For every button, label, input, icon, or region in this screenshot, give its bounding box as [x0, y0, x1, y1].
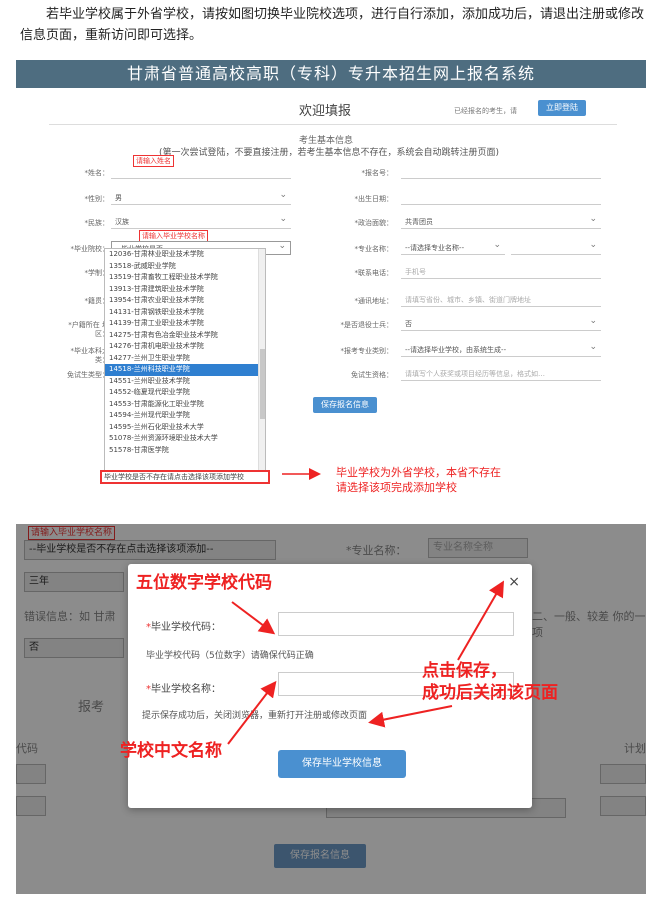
dropdown-option[interactable]: 14275-甘肃有色冶金职业技术学院 [105, 330, 265, 342]
dropdown-option[interactable]: 14594-兰州现代职业学院 [105, 410, 265, 422]
dropdown-option[interactable]: 13913-甘肃建筑职业技术学院 [105, 284, 265, 296]
scrollbar-thumb[interactable] [260, 349, 265, 419]
label-exempt-type: 免试生类型： [67, 371, 109, 379]
dropdown-option[interactable]: 14276-甘肃机电职业技术学院 [105, 341, 265, 353]
label-ethnicity: *民族： [84, 219, 110, 227]
header-status: 已经报名的考生，请 [454, 106, 517, 116]
label-veteran: *是否退役士兵： [340, 321, 394, 329]
label-reg-no: *报名号： [361, 169, 394, 177]
dropdown-option[interactable]: 13518-武威职业学院 [105, 261, 265, 273]
dropdown-option[interactable]: 14518-兰州科技职业学院 [105, 364, 265, 376]
system-banner: 甘肃省普通高校高职（专科）专升本招生网上报名系统 [16, 60, 646, 88]
save-hint: 提示保存成功后，关闭浏览器，重新打开注册或修改页面 [142, 711, 368, 721]
birthdate-input[interactable] [401, 191, 601, 205]
dropdown-option[interactable]: 14131-甘肃钢铁职业技术学院 [105, 307, 265, 319]
dropdown-option[interactable]: 13954-甘肃农业职业技术学院 [105, 295, 265, 307]
address-input[interactable]: 请填写省份、城市、乡镇、街道门牌地址 [401, 293, 601, 307]
annotation-code: 五位数字学校代码 [136, 573, 272, 593]
gender-select[interactable]: 男 [111, 188, 291, 205]
veteran-select[interactable]: 否 [401, 314, 601, 331]
label-gender: *性别： [84, 195, 110, 203]
school-code-input[interactable] [278, 612, 514, 636]
label-residence: *户籍所在 地区： [68, 321, 109, 338]
exempt-qual-input[interactable]: 请填写个人获奖或项目经历等信息，格式如… [401, 367, 601, 381]
label-address: *通讯地址： [354, 297, 394, 305]
annotation-save: 点击保存， 成功后关闭该页面 [422, 661, 558, 703]
add-school-modal-screenshot: 请输入毕业学校名称 --毕业学校是否不存在点击选择该项添加-- *专业名称： 专… [16, 524, 646, 894]
dropdown-option[interactable]: 14277-兰州卫生职业学院 [105, 353, 265, 365]
dropdown-option[interactable]: 14551-兰州职业技术学院 [105, 376, 265, 388]
save-school-button[interactable]: 保存毕业学校信息 [278, 750, 406, 778]
ethnicity-select[interactable]: 汉族 [111, 212, 291, 229]
login-button[interactable]: 立即登陆 [538, 100, 586, 116]
name-label: *毕业学校名称： [146, 684, 221, 695]
label-major: *专业名称： [354, 245, 394, 253]
politics-select[interactable]: 共青团员 [401, 212, 601, 229]
label-birthdate: *出生日期： [354, 195, 394, 203]
welcome-title: 欢迎填报 [299, 104, 352, 119]
code-label-text: 毕业学校代码： [151, 622, 221, 633]
code-hint: 毕业学校代码（5位数字）请确保代码正确 [146, 651, 314, 661]
label-school: *毕业院校： [70, 245, 110, 253]
header-status-text: 已经报名的考生，请 [454, 107, 517, 115]
dropdown-option[interactable]: 14552-临夏现代职业学院 [105, 387, 265, 399]
reg-no-input[interactable] [401, 165, 601, 179]
major-sub-select[interactable] [511, 238, 601, 255]
login-hint: (第一次尝试登陆，不要直接注册，若考生基本信息不存在，系统会自动跳转注册页面) [159, 148, 500, 158]
dropdown-option[interactable]: 12036-甘肃林业职业技术学院 [105, 249, 265, 261]
dropdown-option[interactable]: 13519-甘肃畜牧工程职业技术学院 [105, 272, 265, 284]
dropdown-option[interactable]: 14553-甘肃能源化工职业学院 [105, 399, 265, 411]
name-label-text: 毕业学校名称： [151, 684, 221, 695]
label-duration: *学制： [84, 269, 110, 277]
name-input[interactable] [111, 165, 291, 179]
dropdown-option[interactable]: 14595-兰州石化职业技术大学 [105, 422, 265, 434]
add-school-option[interactable]: 毕业学校是否不存在请点击选择该项添加学校 [100, 470, 270, 484]
label-major-category: *毕业本科大 类： [70, 347, 110, 364]
annotation-out-of-province: 毕业学校为外省学校，本省不存在 请选择该项完成添加学校 [336, 466, 501, 494]
annotation-name: 学校中文名称 [120, 741, 222, 761]
major-select[interactable]: --请选择专业名称-- [401, 238, 505, 255]
label-hometown: *籍贯： [84, 297, 110, 305]
label-exam-category: *报考专业类别： [340, 347, 394, 355]
phone-input[interactable]: 手机号 [401, 265, 601, 279]
dropdown-option[interactable]: 51078-兰州资源环境职业技术大学 [105, 433, 265, 445]
label-phone: *联系电话： [354, 269, 394, 277]
code-label: *毕业学校代码： [146, 622, 221, 633]
dropdown-scrollbar[interactable] [258, 249, 265, 481]
registration-form-screenshot: 甘肃省普通高校高职（专科）专升本招生网上报名系统 欢迎填报 已经报名的考生，请 … [16, 60, 646, 508]
label-politics: *政治面貌： [354, 219, 394, 227]
exam-category-select[interactable]: --请选择毕业学校，由系统生成-- [401, 340, 601, 357]
label-name: *姓名： [84, 169, 110, 177]
intro-paragraph: 若毕业学校属于外省学校，请按如图切换毕业院校选项，进行自行添加，添加成功后，请退… [20, 7, 645, 43]
school-dropdown-list[interactable]: 12036-甘肃林业职业技术学院 13518-武威职业学院 13519-甘肃畜牧工程… [104, 248, 266, 482]
close-icon[interactable]: × [508, 574, 520, 590]
label-exempt-qual: 免试生资格： [351, 371, 393, 379]
dropdown-option[interactable]: 14139-甘肃工业职业技术学院 [105, 318, 265, 330]
save-registration-button[interactable]: 保存报名信息 [313, 397, 377, 413]
dropdown-option[interactable]: 51578-甘肃医学院 [105, 445, 265, 457]
